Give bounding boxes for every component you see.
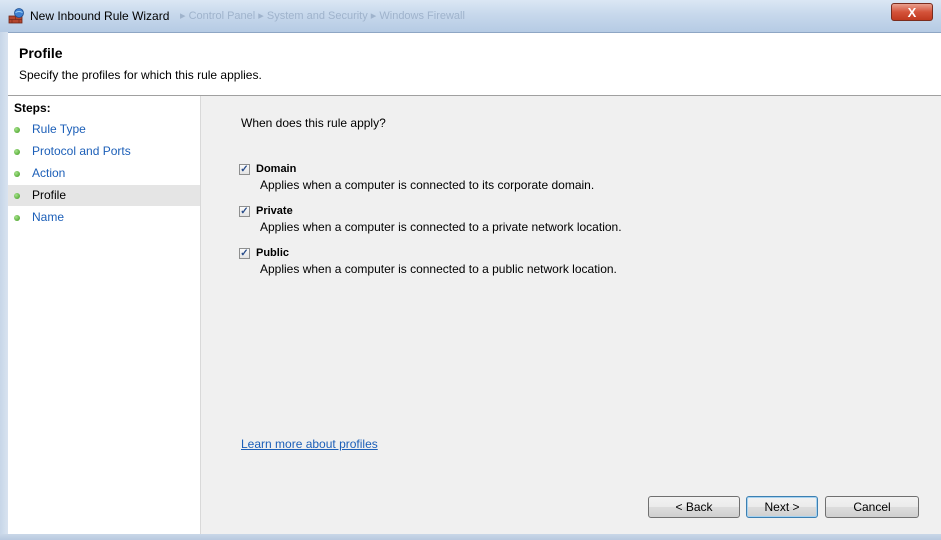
firewall-wizard-icon xyxy=(7,7,25,25)
close-button[interactable]: X xyxy=(891,3,933,21)
wizard-header: Profile Specify the profiles for which t… xyxy=(8,33,941,95)
public-checkbox[interactable]: ✓ xyxy=(239,248,250,259)
main-content: When does this rule apply? ✓ Domain Appl… xyxy=(200,96,941,534)
public-label[interactable]: Public xyxy=(256,247,289,259)
domain-checkbox[interactable]: ✓ xyxy=(239,164,250,175)
green-dot-icon xyxy=(14,193,20,199)
checkmark-icon: ✓ xyxy=(240,164,249,175)
domain-description: Applies when a computer is connected to … xyxy=(260,178,595,192)
checkmark-icon: ✓ xyxy=(240,248,249,259)
cancel-button[interactable]: Cancel xyxy=(825,496,919,518)
green-dot-icon xyxy=(14,171,20,177)
learn-more-link[interactable]: Learn more about profiles xyxy=(241,437,378,451)
step-rule-type[interactable]: Rule Type xyxy=(8,119,200,140)
page-title: Profile xyxy=(19,45,63,61)
back-button[interactable]: < Back xyxy=(648,496,740,518)
step-label: Action xyxy=(32,166,66,180)
window-left-border xyxy=(0,32,8,534)
background-address-path: ▸ Control Panel ▸ System and Security ▸ … xyxy=(180,10,465,22)
step-protocol-and-ports[interactable]: Protocol and Ports xyxy=(8,141,200,162)
step-name[interactable]: Name xyxy=(8,207,200,228)
step-label: Name xyxy=(32,210,65,224)
steps-panel: Steps: Rule Type Protocol and Ports Acti… xyxy=(8,96,200,534)
green-dot-icon xyxy=(14,215,20,221)
next-button[interactable]: Next > xyxy=(746,496,818,518)
domain-label[interactable]: Domain xyxy=(256,163,296,175)
step-profile: Profile xyxy=(8,185,200,206)
window-bottom-border xyxy=(0,534,941,540)
private-checkbox[interactable]: ✓ xyxy=(239,206,250,217)
step-label: Protocol and Ports xyxy=(32,144,131,158)
step-action[interactable]: Action xyxy=(8,163,200,184)
window-title: New Inbound Rule Wizard xyxy=(30,9,170,23)
steps-title: Steps: xyxy=(14,101,51,115)
close-icon: X xyxy=(907,5,917,20)
public-description: Applies when a computer is connected to … xyxy=(260,262,617,276)
title-bar: New Inbound Rule Wizard ▸ Control Panel … xyxy=(0,0,941,33)
green-dot-icon xyxy=(14,149,20,155)
green-dot-icon xyxy=(14,127,20,133)
question-text: When does this rule apply? xyxy=(241,116,386,130)
page-subtitle: Specify the profiles for which this rule… xyxy=(19,68,262,82)
step-label: Profile xyxy=(32,188,67,202)
checkmark-icon: ✓ xyxy=(240,206,249,217)
private-description: Applies when a computer is connected to … xyxy=(260,220,622,234)
step-label: Rule Type xyxy=(32,122,86,136)
private-label[interactable]: Private xyxy=(256,205,293,217)
